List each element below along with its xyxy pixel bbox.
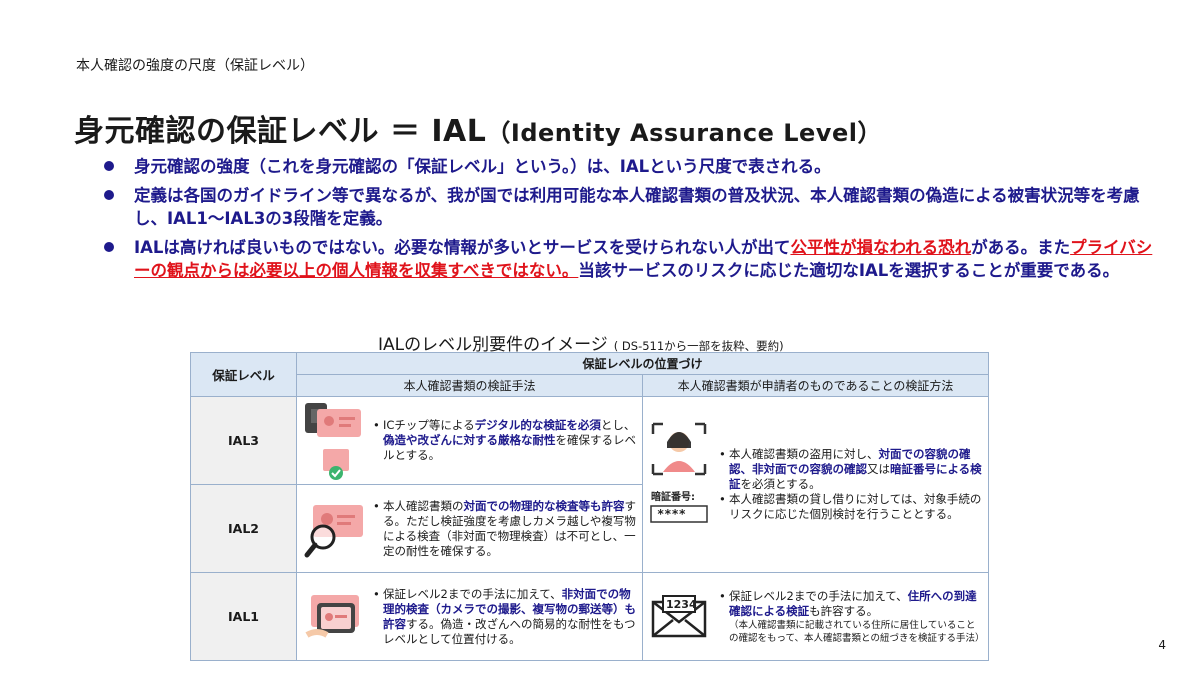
emphasis: デジタル的な検証を必須 [474,418,601,432]
table-title-note: ( DS-511から一部を抜粋、要約) [613,339,784,353]
pin-label: 暗証番号: [651,490,695,503]
ial1-applicant-cell: 1234 • 保証レベル2までの手法に加えて、住所への到達確認による検証も許容す… [641,572,990,661]
envelope-code: 1234 [666,598,697,611]
header-group: 保証レベルの位置づけ [295,352,990,375]
text: も許容する。 [809,603,879,618]
text: を必須とする。 [740,477,821,491]
pin-value: **** [657,507,686,521]
bullet-list: 身元確認の強度（これを身元確認の「保証レベル」という。）は、IALという尺度で表… [100,155,1160,288]
text: とし、 [600,418,636,432]
envelope-icon: 1234 [651,594,707,637]
text: 保証レベル2までの手法に加えて、 [729,588,908,603]
ial3-doc-text: • ICチップ等によるデジタル的な検証を必須とし、偽造や改ざんに対する厳格な耐性… [373,418,636,462]
level-cell: IAL3 [190,396,297,485]
ial23-applicant-text: • 本人確認書類の盗用に対し、対面での容貌の確認、非対面での容貌の確認又は暗証番… [719,447,982,521]
bullet-item: IALは高ければ良いものではない。必要な情報が多いとサービスを受けられない人が出… [100,236,1160,282]
heading-paren: （Identity Assurance Level） [486,119,882,147]
table-row: IAL1 • 保証レベル2までの手法に加えて、非対面での物理的検査（カメラでの撮… [190,572,990,661]
bullet-emphasis: 公平性が損なわれる恐れ [790,238,972,257]
bullet-item: 定義は各国のガイドライン等で異なるが、我が国では利用可能な本人確認書類の普及状況… [100,184,1160,230]
camera-capture-icon [305,594,359,638]
ial2-doc-text: • 本人確認書類の対面での物理的な検査等も許容する。ただし検証強度を考慮しカメラ… [373,498,636,558]
level-cell: IAL1 [190,572,297,661]
page-heading: 身元確認の保証レベル ＝ IAL（Identity Assurance Leve… [74,106,882,150]
ial3-doc-cell: • ICチップ等によるデジタル的な検証を必須とし、偽造や改ざんに対する厳格な耐性… [296,396,643,485]
bullet-dot-icon [104,161,114,171]
ial1-applicant-text: • 保証レベル2までの手法に加えて、住所への到達確認による検証も許容する。 （本… [719,588,985,644]
emphasis: 偽造や改ざんに対する厳格な耐性 [383,433,556,447]
text: 本人確認書類の貸し借りに対しては、対象手続のリスクに応じた個別検討を行うこととす… [729,492,982,521]
ic-chip-card-icon [305,402,361,480]
header-doc-verification: 本人確認書類の検証手法 [296,374,643,397]
emphasis: 対面での物理的な検査等も許容 [463,498,625,513]
text: 本人確認書類の [383,498,464,513]
text: 又は [867,462,890,476]
bullet-text: 定義は各国のガイドライン等で異なるが、我が国では利用可能な本人確認書類の普及状況… [134,186,1140,228]
heading-main: 身元確認の保証レベル ＝ IAL [74,114,487,149]
face-verification-icon: 暗証番号: **** [650,422,708,523]
text: 本人確認書類の盗用に対し、 [729,447,879,461]
magnifier-inspection-icon [304,504,363,557]
bullet-text: IALは高ければ良いものではない。必要な情報が多いとサービスを受けられない人が出… [134,238,791,257]
section-title: 本人確認の強度の尺度（保証レベル） [76,58,314,74]
bullet-dot-icon [104,242,114,252]
text: 保証レベル2までの手法に加えて、 [383,586,562,601]
text: ICチップ等による [383,418,475,432]
text: する。偽造・改ざんへの簡易的な耐性をもつレベルとして位置付ける。 [383,616,636,646]
bullet-text: がある。また [971,238,1071,257]
ial23-applicant-cell: 暗証番号: **** • 本人確認書類の盗用に対し、対面での容貌の確認、非対面で… [641,396,990,573]
header-applicant-verification: 本人確認書類が申請者のものであることの検証方法 [641,374,990,397]
bullet-text: 身元確認の強度（これを身元確認の「保証レベル」という。）は、IALという尺度で表… [134,157,831,176]
ial2-doc-cell: • 本人確認書類の対面での物理的な検査等も許容する。ただし検証強度を考慮しカメラ… [296,484,643,573]
bullet-dot-icon [104,190,114,200]
ial1-doc-cell: • 保証レベル2までの手法に加えて、非対面での物理的検査（カメラでの撮影、複写物… [296,572,643,661]
ial1-doc-text: • 保証レベル2までの手法に加えて、非対面での物理的検査（カメラでの撮影、複写物… [373,586,636,646]
note-text: （本人確認書類に記載されている住所に居住していることの確認をもって、本人確認書類… [729,619,985,644]
page-number: 4 [1158,638,1166,652]
level-cell: IAL2 [190,484,297,573]
ial-requirements-table: 保証レベル 保証レベルの位置づけ 本人確認書類の検証手法 本人確認書類が申請者の… [190,352,990,661]
bullet-text: 当該サービスのリスクに応じた適切なIALを選択することが重要である。 [578,261,1120,280]
header-level: 保証レベル [190,352,297,397]
table-row: IAL3 • ICチップ等によるデジタル的な検証を必須とし、偽造や改ざんに対する… [190,396,990,573]
bullet-item: 身元確認の強度（これを身元確認の「保証レベル」という。）は、IALという尺度で表… [100,155,1160,178]
